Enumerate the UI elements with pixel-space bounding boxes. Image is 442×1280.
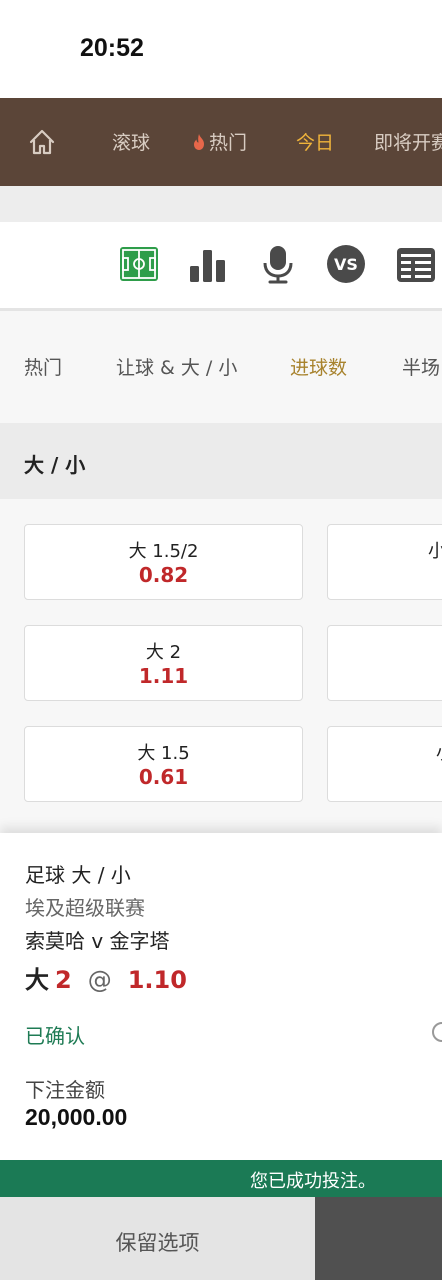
slip-league: 埃及超级联赛 <box>25 896 145 920</box>
info-icon[interactable] <box>432 1022 442 1042</box>
pitch-icon[interactable] <box>119 244 159 284</box>
fire-icon <box>194 134 204 150</box>
slip-match: 索莫哈 v 金字塔 <box>25 929 170 953</box>
keep-selections-button[interactable]: 保留选项 <box>0 1197 315 1280</box>
nav-item-today[interactable]: 今日 <box>296 128 334 155</box>
odds-under-button[interactable] <box>327 625 442 701</box>
odds-over-button[interactable]: 大 2 1.11 <box>24 625 303 701</box>
selection-side: 大 <box>25 966 49 994</box>
odds-label: 小 <box>436 739 442 765</box>
odds-under-button[interactable]: 小 <box>327 726 442 802</box>
section-header[interactable]: 大 / 小 <box>0 423 442 499</box>
section-title: 大 / 小 <box>24 453 86 477</box>
slip-selection: 大 2 @1.10 <box>25 960 187 995</box>
odds-list: 大 1.5/2 0.82 小 大 2 1.11 大 1.5 0.61 小 <box>0 499 442 834</box>
odds-over-button[interactable]: 大 1.5/2 0.82 <box>24 524 303 600</box>
tab-popular[interactable]: 热门 <box>24 353 62 380</box>
svg-text:VS: VS <box>334 255 358 274</box>
bet-slip: 足球 大 / 小 埃及超级联赛 索莫哈 v 金字塔 大 2 @1.10 已确认 下注… <box>0 833 442 1160</box>
confirm-button[interactable] <box>315 1197 442 1280</box>
vs-icon[interactable]: VS <box>326 244 366 284</box>
status-time: 20:52 <box>80 34 144 62</box>
tab-handicap-over-under[interactable]: 让球 & 大 / 小 <box>116 353 237 380</box>
icon-toolbar: VS <box>0 222 442 308</box>
odds-label: 大 2 <box>145 642 182 663</box>
stats-bar-icon[interactable] <box>188 244 228 284</box>
odds-over-button[interactable]: 大 1.5 0.61 <box>24 726 303 802</box>
top-nav: 滚球 热门 今日 即将开赛 <box>0 98 442 186</box>
scoreboard-icon[interactable] <box>396 244 436 284</box>
nav-item-hot[interactable]: 热门 <box>192 128 247 155</box>
odds-label: 大 1.5/2 <box>128 541 199 562</box>
selection-at: @ <box>87 966 112 994</box>
status-bar: 20:52 <box>0 0 442 98</box>
bet-status: 已确认 <box>25 1024 85 1048</box>
microphone-icon[interactable] <box>258 244 298 284</box>
stake-value: 20,000.00 <box>25 1104 128 1130</box>
odds-value: 1.11 <box>138 664 189 688</box>
nav-item-live[interactable]: 滚球 <box>112 128 150 155</box>
slip-sport-market: 足球 大 / 小 <box>25 863 131 887</box>
nav-item-hot-label: 热门 <box>209 132 248 154</box>
keep-selections-label: 保留选项 <box>115 1232 200 1255</box>
market-tabs: 热门 让球 & 大 / 小 进球数 半场 <box>0 311 442 423</box>
stake-label: 下注金额 <box>25 1078 105 1102</box>
odds-under-button[interactable]: 小 <box>327 524 442 600</box>
odds-label: 小 <box>428 541 442 562</box>
selection-line: 2 <box>55 966 72 994</box>
separator-band <box>0 186 442 222</box>
odds-label: 大 1.5 <box>137 743 190 764</box>
selection-odds: 1.10 <box>127 966 187 994</box>
tab-half-time[interactable]: 半场 <box>402 353 440 380</box>
tab-goals[interactable]: 进球数 <box>290 353 347 380</box>
home-icon[interactable] <box>28 128 56 156</box>
odds-value: 0.82 <box>138 563 189 587</box>
success-message: 您已成功投注。 <box>250 1171 376 1192</box>
nav-item-upcoming[interactable]: 即将开赛 <box>374 128 442 155</box>
odds-value: 0.61 <box>138 765 189 789</box>
success-banner: 您已成功投注。 <box>0 1160 442 1197</box>
